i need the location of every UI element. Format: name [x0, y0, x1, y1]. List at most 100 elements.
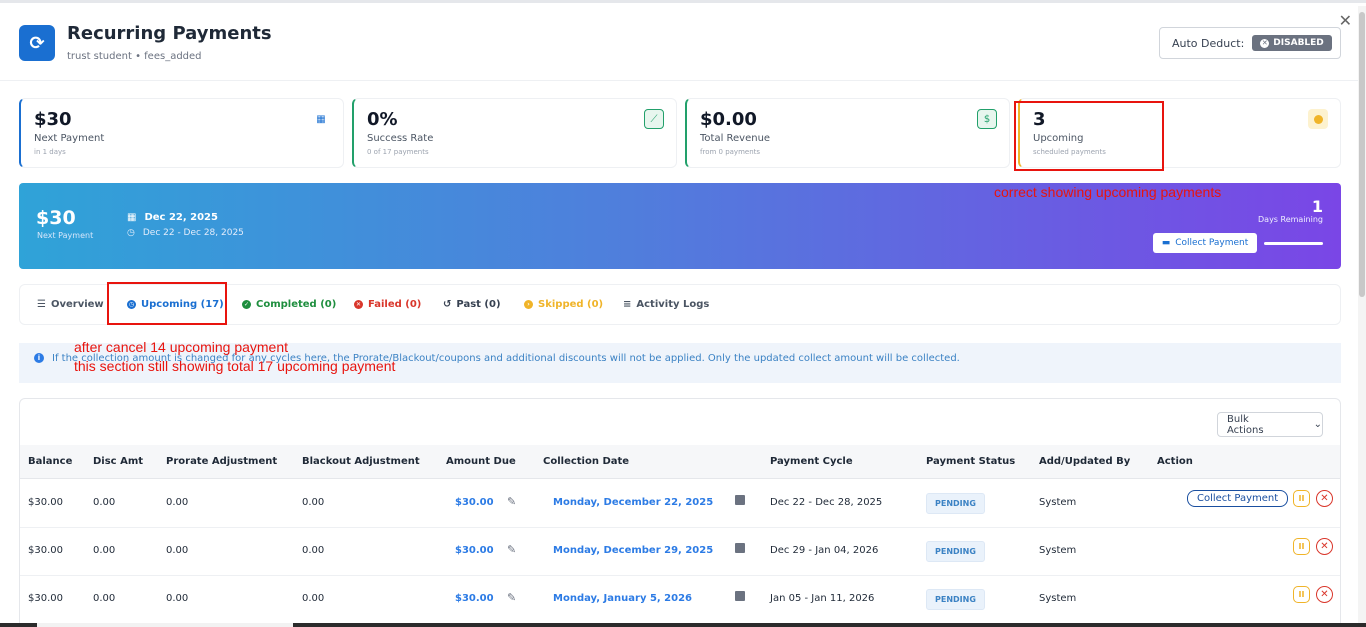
stat-sub: from 0 payments	[700, 148, 761, 156]
days-progress-bar	[1264, 242, 1323, 245]
column-header: Payment Status	[926, 456, 1016, 467]
cancel-icon[interactable]: ✕	[1316, 490, 1333, 507]
tab-activity-logs[interactable]: ≡ Activity Logs	[623, 299, 709, 310]
edit-icon[interactable]: ✎	[507, 495, 516, 508]
tab-label: Overview	[50, 299, 104, 310]
cancel-icon[interactable]: ✕	[1316, 538, 1333, 555]
stat-label: Total Revenue	[700, 133, 771, 144]
collection-date-link[interactable]: Monday, January 5, 2026	[553, 593, 692, 604]
stat-value: $0.00	[700, 109, 757, 130]
chevron-down-icon: ⌄	[1313, 419, 1322, 430]
skip-icon: ›	[524, 300, 533, 309]
column-header: Blackout Adjustment	[302, 456, 420, 467]
stat-value: 0%	[367, 109, 398, 130]
auto-deduct-toggle[interactable]: Auto Deduct: ✕ DISABLED	[1159, 27, 1341, 59]
column-header: Disc Amt	[93, 456, 144, 467]
check-circle-icon: ✓	[242, 300, 251, 309]
tab-label: Completed (0)	[256, 299, 337, 310]
tab-past[interactable]: ↺ Past (0)	[443, 299, 501, 310]
calendar-icon[interactable]	[735, 543, 745, 553]
table-row: $30.00 0.00 0.00 0.00 $30.00 ✎ Monday, D…	[20, 528, 1340, 576]
amount-due-link[interactable]: $30.00	[455, 497, 494, 508]
column-header: Add/Updated By	[1039, 456, 1131, 467]
column-header: Amount Due	[446, 456, 516, 467]
status-badge: PENDING	[926, 541, 985, 562]
disc-cell: 0.00	[93, 545, 116, 556]
info-icon: i	[34, 353, 44, 363]
column-header: Prorate Adjustment	[166, 456, 278, 467]
tab-skipped[interactable]: › Skipped (0)	[524, 299, 603, 310]
payment-cycle-cell: Dec 22 - Dec 28, 2025	[770, 497, 883, 508]
menu-icon: ≡	[623, 299, 632, 310]
prorate-cell: 0.00	[166, 593, 189, 604]
scrollbar-thumb[interactable]	[1359, 12, 1365, 297]
stat-sub: 0 of 17 payments	[367, 148, 429, 156]
close-icon[interactable]: ✕	[1339, 11, 1352, 30]
days-remaining-label: Days Remaining	[1258, 215, 1323, 224]
tab-overview[interactable]: ☰ Overview	[37, 299, 104, 310]
stat-card-success-rate: 0% Success Rate 0 of 17 payments ⟋	[352, 98, 677, 168]
tab-label: Activity Logs	[636, 299, 710, 310]
x-circle-icon: ✕	[1260, 38, 1270, 48]
bulk-actions-label: Bulk Actions	[1227, 413, 1264, 436]
blackout-cell: 0.00	[302, 497, 325, 508]
recurring-payments-modal: ✕ ⟳ Recurring Payments trust student • f…	[0, 0, 1366, 627]
bulk-actions-select[interactable]: Bulk Actions ⌄	[1217, 412, 1323, 437]
chart-icon: ⟋	[644, 109, 664, 129]
card-icon: ▬	[1161, 238, 1171, 248]
stat-value: $30	[34, 109, 72, 130]
page-title: Recurring Payments	[67, 23, 272, 44]
disc-cell: 0.00	[93, 593, 116, 604]
annotation-box-upcoming-card	[1014, 101, 1164, 171]
edit-icon[interactable]: ✎	[507, 591, 516, 604]
row-collect-payment-button[interactable]: Collect Payment	[1187, 490, 1289, 507]
pause-icon[interactable]: II	[1293, 586, 1310, 603]
days-remaining-value: 1	[1311, 197, 1323, 216]
pause-icon[interactable]: II	[1293, 538, 1310, 555]
calendar-icon[interactable]	[735, 495, 745, 505]
disc-cell: 0.00	[93, 497, 116, 508]
collection-date-link[interactable]: Monday, December 22, 2025	[553, 497, 713, 508]
tab-label: Past (0)	[456, 299, 501, 310]
collection-date-link[interactable]: Monday, December 29, 2025	[553, 545, 713, 556]
banner-amount: $30	[36, 207, 76, 229]
page-subtitle: trust student • fees_added	[67, 51, 202, 62]
status-badge: PENDING	[926, 493, 985, 514]
amount-due-link[interactable]: $30.00	[455, 545, 494, 556]
tab-completed[interactable]: ✓ Completed (0)	[242, 299, 336, 310]
tab-label: Failed (0)	[368, 299, 422, 310]
balance-cell: $30.00	[28, 593, 63, 604]
table-row: $30.00 0.00 0.00 0.00 $30.00 ✎ Monday, J…	[20, 576, 1340, 624]
cancel-icon[interactable]: ✕	[1316, 586, 1333, 603]
banner-range: ◷ Dec 22 - Dec 28, 2025	[127, 228, 244, 238]
x-circle-icon: ✕	[354, 300, 363, 309]
banner-amount-label: Next Payment	[37, 231, 94, 240]
banner-date-text: Dec 22, 2025	[144, 212, 218, 223]
edit-icon[interactable]: ✎	[507, 543, 516, 556]
calendar-icon[interactable]	[735, 591, 745, 601]
prorate-cell: 0.00	[166, 497, 189, 508]
auto-deduct-label: Auto Deduct:	[1172, 36, 1245, 50]
history-icon: ↺	[443, 299, 452, 310]
stat-sub: in 1 days	[34, 148, 66, 156]
annotation-after-cancel: after cancel 14 upcoming payment	[74, 339, 289, 355]
amount-due-link[interactable]: $30.00	[455, 593, 494, 604]
column-header: Balance	[28, 456, 73, 467]
pause-icon[interactable]: II	[1293, 490, 1310, 507]
clock-icon	[1308, 109, 1328, 129]
annotation-upcoming-correct: correct showing upcoming payments	[994, 184, 1222, 200]
stat-label: Success Rate	[367, 133, 434, 144]
updated-by-cell: System	[1039, 593, 1077, 604]
auto-deduct-status: DISABLED	[1273, 38, 1324, 48]
auto-deduct-status-badge[interactable]: ✕ DISABLED	[1252, 35, 1332, 51]
header-divider	[0, 80, 1366, 81]
column-header: Payment Cycle	[770, 456, 853, 467]
calendar-icon: ▦	[127, 212, 137, 223]
blackout-cell: 0.00	[302, 545, 325, 556]
calendar-icon: ▦	[316, 113, 326, 125]
tab-failed[interactable]: ✕ Failed (0)	[354, 299, 421, 310]
balance-cell: $30.00	[28, 545, 63, 556]
page-scrollbar[interactable]	[1358, 6, 1366, 627]
banner-range-text: Dec 22 - Dec 28, 2025	[142, 228, 244, 238]
collect-payment-button[interactable]: ▬ Collect Payment	[1153, 233, 1257, 253]
